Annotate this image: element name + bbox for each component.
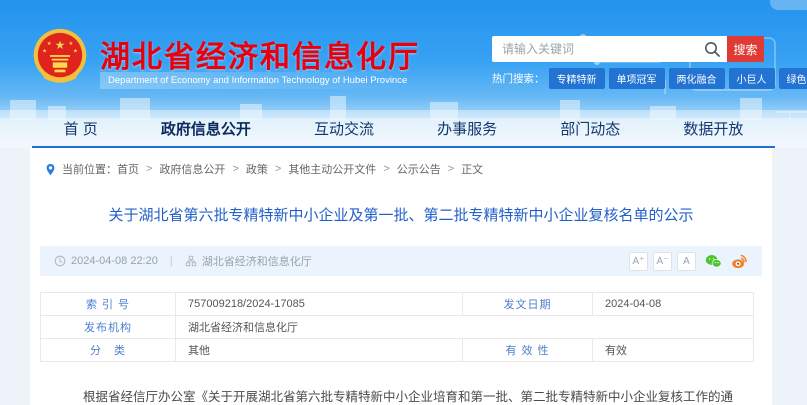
svg-text:★: ★ [68, 41, 73, 47]
crumb-separator: > [383, 163, 389, 175]
location-pin-icon [44, 163, 57, 176]
meta-actions: A⁺ A⁻ A [624, 252, 748, 271]
article-body-paragraph: 根据省经信厅办公室《关于开展湖北省第六批专精特新中小企业培育和第一批、第二批专精… [40, 386, 762, 405]
issuing-agency-value: 湖北省经济和信息化厅 [176, 316, 754, 339]
nav-item-gov-info[interactable]: 政府信息公开 [161, 118, 251, 139]
font-size-decrease-button[interactable]: A⁻ [653, 252, 672, 271]
issuing-agency-label: 发布机构 [41, 316, 176, 339]
crumb-announcements[interactable]: 公示公告 [397, 161, 441, 177]
content-card: 当前位置： 首页 > 政府信息公开 > 政策 > 其他主动公开文件 > 公示公告… [30, 148, 772, 405]
index-number-label: 索 引 号 [41, 293, 176, 316]
meta-divider: | [170, 255, 173, 267]
article-title: 关于湖北省第六批专精特新中小企业及第一批、第二批专精特新中小企业复核名单的公示 [40, 204, 762, 225]
crumb-other-docs[interactable]: 其他主动公开文件 [288, 161, 376, 177]
search-bar: 搜索 [492, 36, 764, 62]
organization-icon [185, 255, 197, 267]
publish-date-value: 2024-04-08 [593, 293, 754, 316]
index-number-value: 757009218/2024-17085 [176, 293, 463, 316]
breadcrumb-label: 当前位置： [62, 161, 117, 177]
hot-tag-zhuanjingtexin[interactable]: 专精特新 [549, 68, 605, 89]
crumb-policy[interactable]: 政策 [246, 161, 268, 177]
svg-text:★: ★ [55, 39, 66, 52]
nav-item-home[interactable]: 首 页 [64, 118, 98, 139]
validity-label: 有 效 性 [463, 339, 593, 362]
font-size-increase-button[interactable]: A⁺ [629, 252, 648, 271]
clock-icon [54, 255, 66, 267]
weibo-share-icon[interactable] [731, 253, 748, 270]
hot-tag-danxiangguanjun[interactable]: 单项冠军 [609, 68, 665, 89]
crumb-separator: > [146, 163, 152, 175]
site-subtitle: Department of Economy and Information Te… [100, 72, 415, 89]
nav-item-services[interactable]: 办事服务 [437, 118, 497, 139]
hot-search-label: 热门搜索： [492, 71, 545, 86]
svg-text:★: ★ [47, 41, 52, 47]
crumb-separator: > [448, 163, 454, 175]
search-button[interactable]: 搜索 [727, 36, 764, 62]
search-input[interactable] [492, 36, 727, 62]
nav-item-open-data[interactable]: 数据开放 [683, 118, 743, 139]
crumb-gov-info[interactable]: 政府信息公开 [159, 161, 225, 177]
site-title: 湖北省经济和信息化厅 [100, 32, 420, 76]
svg-text:★: ★ [73, 48, 78, 54]
table-row: 分 类 其他 有 效 性 有效 [41, 339, 754, 362]
validity-value: 有效 [593, 339, 754, 362]
national-emblem-logo: ★ ★ ★ ★ ★ [31, 26, 89, 86]
category-label: 分 类 [41, 339, 176, 362]
document-info-table: 索 引 号 757009218/2024-17085 发文日期 2024-04-… [40, 292, 754, 362]
article-meta-bar: 2024-04-08 22:20 | 湖北省经济和信息化厅 A⁺ A⁻ A [40, 246, 762, 276]
category-value: 其他 [176, 339, 463, 362]
table-row: 索 引 号 757009218/2024-17085 发文日期 2024-04-… [41, 293, 754, 316]
hot-tag-lianghuaronghe[interactable]: 两化融合 [669, 68, 725, 89]
wechat-share-icon[interactable] [705, 253, 722, 270]
site-header: ★ ★ ★ ★ ★ 湖北省经济和信息化厅 Department of Econo… [0, 0, 807, 148]
main-nav: 首 页 政府信息公开 互动交流 办事服务 部门动态 数据开放 [0, 110, 807, 148]
crumb-home[interactable]: 首页 [117, 161, 139, 177]
crumb-article: 正文 [461, 161, 483, 177]
breadcrumb: 当前位置： 首页 > 政府信息公开 > 政策 > 其他主动公开文件 > 公示公告… [40, 148, 762, 177]
svg-text:★: ★ [42, 48, 47, 54]
nav-item-interaction[interactable]: 互动交流 [314, 118, 374, 139]
hot-tag-xiaojuren[interactable]: 小巨人 [729, 68, 775, 89]
publish-datetime: 2024-04-08 22:20 [71, 255, 158, 267]
crumb-separator: > [275, 163, 281, 175]
table-row: 发布机构 湖北省经济和信息化厅 [41, 316, 754, 339]
crumb-separator: > [232, 163, 238, 175]
article-source: 湖北省经济和信息化厅 [202, 253, 312, 269]
hot-search-row: 热门搜索： 专精特新 单项冠军 两化融合 小巨人 绿色工厂 [492, 68, 807, 89]
nav-item-department-news[interactable]: 部门动态 [560, 118, 620, 139]
hot-tag-lvsegongchang[interactable]: 绿色工厂 [779, 68, 807, 89]
search-icon[interactable] [703, 40, 721, 58]
publish-date-label: 发文日期 [463, 293, 593, 316]
font-size-reset-button[interactable]: A [677, 252, 696, 271]
